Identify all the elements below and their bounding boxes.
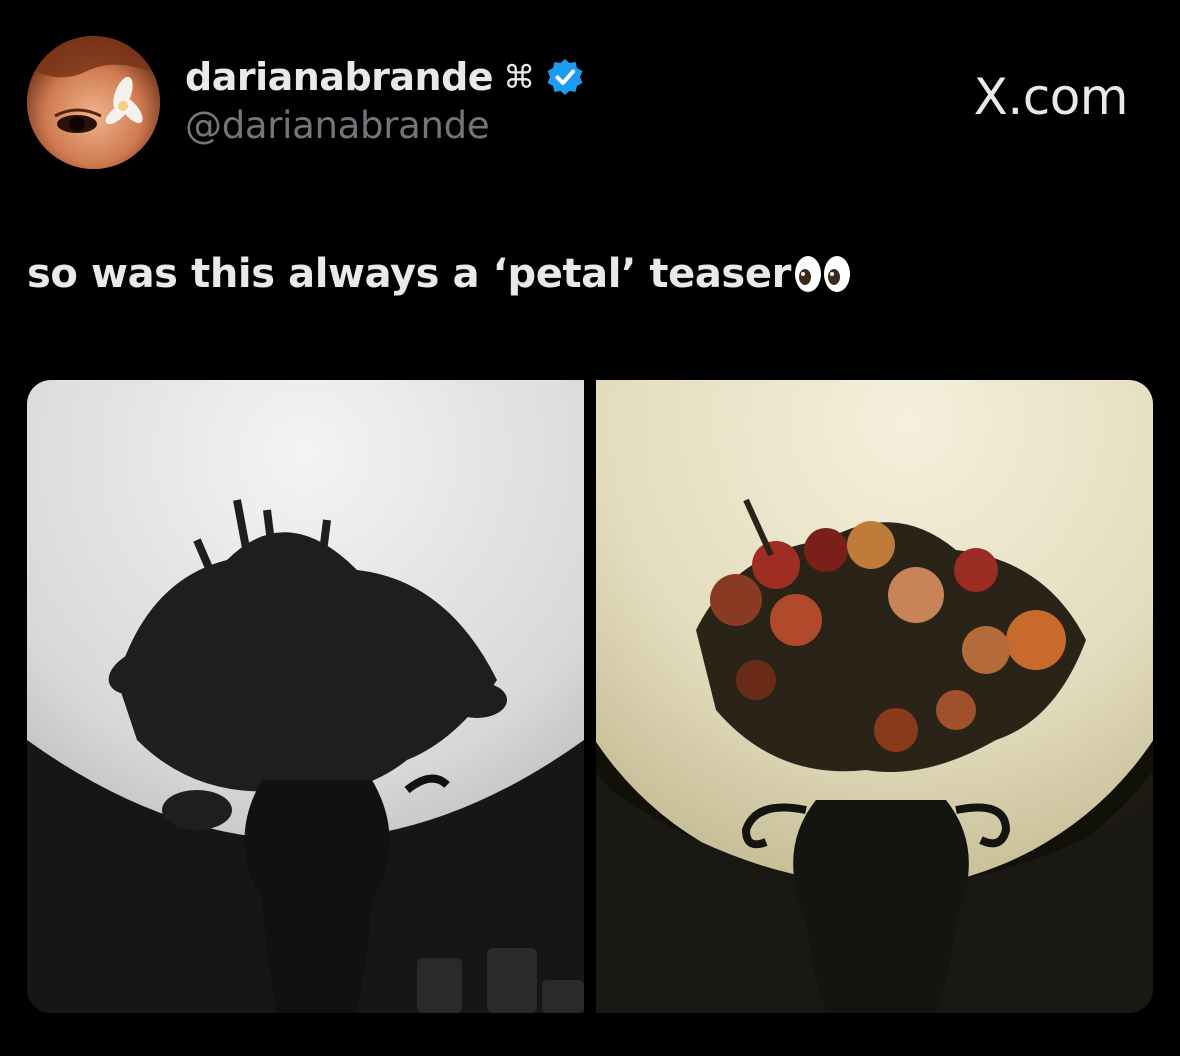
author-handle[interactable]: @darianabrande: [185, 107, 490, 144]
media-image-1[interactable]: [27, 380, 584, 1013]
post-text-body: so was this always a ‘petal’ teaser: [27, 251, 791, 297]
media-image-2[interactable]: [596, 380, 1153, 1013]
author-display-name[interactable]: darianabrande: [185, 58, 494, 96]
author-avatar[interactable]: [27, 36, 160, 169]
site-label: X.com: [973, 68, 1129, 126]
post-text: so was this always a ‘petal’ teaser: [27, 254, 853, 294]
author-name-row: darianabrande ⌘: [185, 52, 585, 102]
eyes-icon: [793, 254, 853, 294]
name-symbol: ⌘: [503, 58, 536, 96]
avatar-photo-icon: [27, 36, 160, 169]
media-grid: [27, 380, 1153, 1013]
verified-badge-icon[interactable]: [545, 57, 585, 97]
flower-vase-bw-photo-icon: [27, 380, 584, 1013]
flower-vase-color-photo-icon: [596, 380, 1153, 1013]
